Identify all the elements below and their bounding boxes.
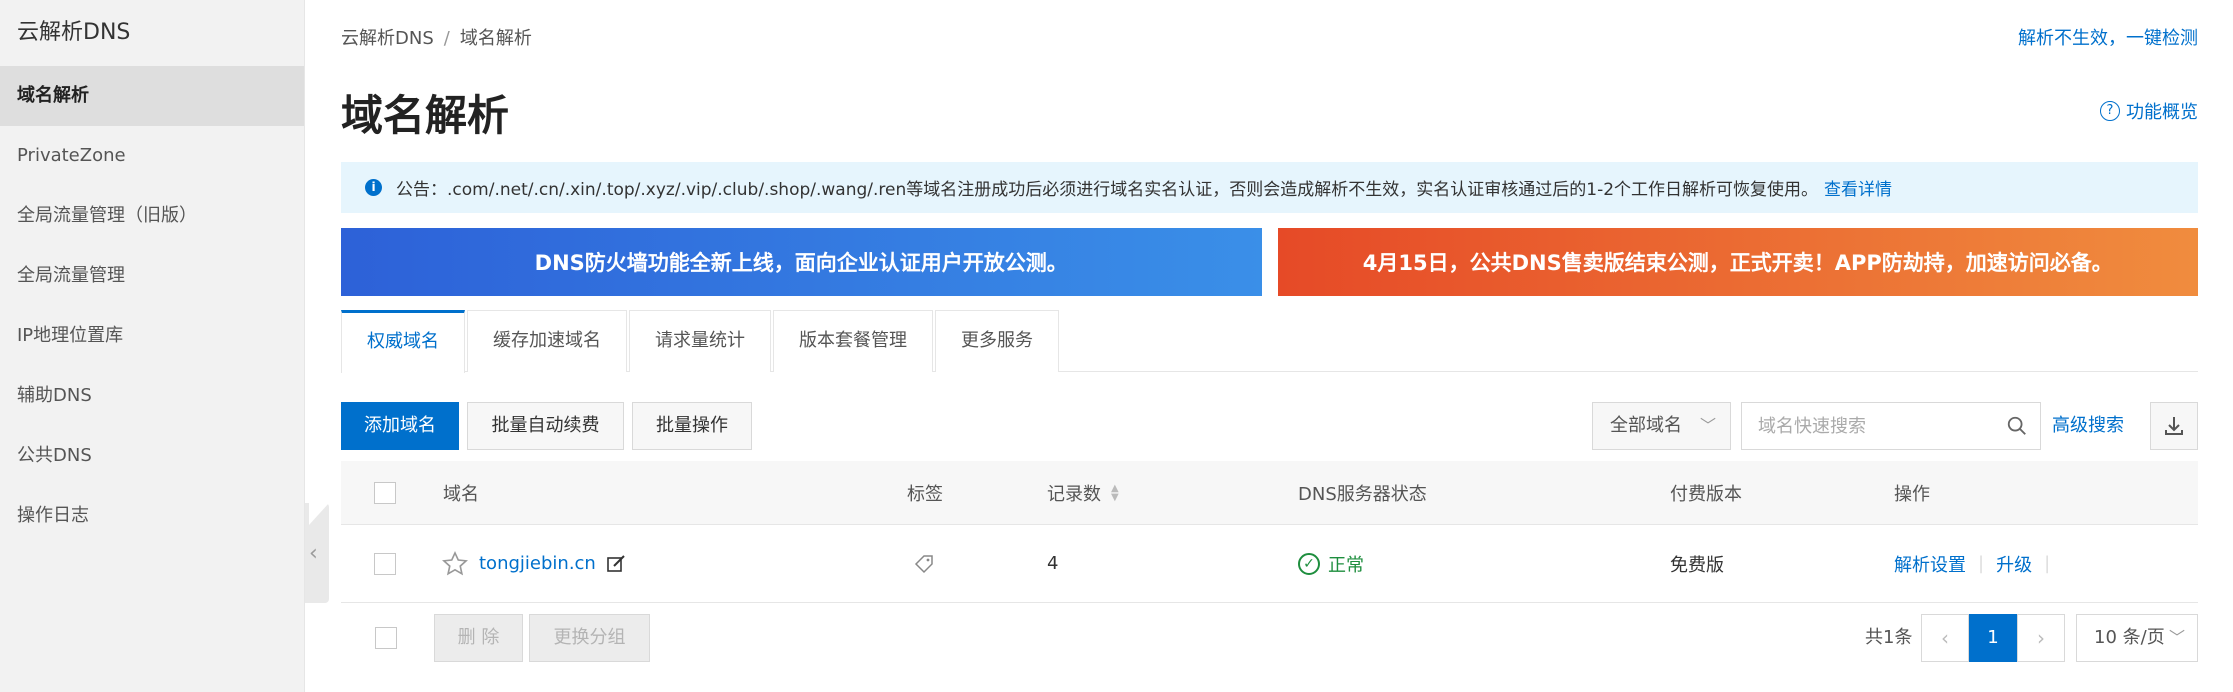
- main-content: 云解析DNS / 域名解析 解析不生效，一键检测 域名解析 ? 功能概览 i 公告：…: [341, 0, 2198, 692]
- page-size-value: 10 条/页: [2094, 627, 2165, 648]
- sidebar: 云解析DNS 域名解析 PrivateZone 全局流量管理（旧版） 全局流量管…: [0, 0, 305, 692]
- page-size-select[interactable]: 10 条/页 ﹀: [2076, 614, 2198, 662]
- tag-icon[interactable]: [913, 553, 935, 575]
- row-checkbox[interactable]: [374, 552, 396, 575]
- batch-renew-button[interactable]: 批量自动续费: [467, 402, 624, 450]
- sidebar-item-gtm[interactable]: 全局流量管理: [0, 246, 304, 306]
- sidebar-item-gtm-legacy[interactable]: 全局流量管理（旧版）: [0, 186, 304, 246]
- change-group-button[interactable]: 更换分组: [529, 614, 650, 662]
- notice-details-link[interactable]: 查看详情: [1824, 175, 1892, 200]
- download-icon: [2165, 417, 2183, 435]
- records-cell: 4: [1047, 553, 1059, 574]
- header-records-label: 记录数: [1047, 483, 1101, 505]
- breadcrumb-root[interactable]: 云解析DNS: [341, 28, 434, 49]
- info-icon: i: [365, 179, 382, 196]
- tab-more-services[interactable]: 更多服务: [935, 310, 1059, 372]
- domain-search-input[interactable]: [1742, 403, 1992, 449]
- domain-filter-value: 全部域名: [1610, 415, 1682, 436]
- chevron-down-icon: ﹀: [2168, 628, 2185, 647]
- sidebar-item-operation-log[interactable]: 操作日志: [0, 486, 304, 546]
- sidebar-item-domain-resolution[interactable]: 域名解析: [0, 66, 304, 126]
- delete-button[interactable]: 删 除: [434, 614, 523, 662]
- header-plan: 付费版本: [1670, 483, 1742, 505]
- notice-text: 公告：.com/.net/.cn/.xin/.top/.xyz/.vip/.cl…: [396, 180, 1819, 200]
- overview-link[interactable]: ? 功能概览: [2100, 98, 2198, 124]
- header-dns-status: DNS服务器状态: [1298, 483, 1427, 505]
- domain-table: 域名 标签 记录数 ▲ ▼ DNS服务器状态 付费版本 操作 tongjiebin…: [341, 461, 2198, 603]
- footer-select-cell: [375, 627, 397, 649]
- toolbar: 添加域名 批量自动续费 批量操作 全部域名 ﹀ 高级搜索: [341, 402, 2198, 450]
- table-header: 域名 标签 记录数 ▲ ▼ DNS服务器状态 付费版本 操作: [341, 461, 2198, 525]
- tab-cache-acceleration[interactable]: 缓存加速域名: [467, 310, 627, 372]
- next-page-button[interactable]: ›: [2017, 614, 2065, 662]
- search-box: [1741, 402, 2041, 450]
- notice-bar: i 公告：.com/.net/.cn/.xin/.top/.xyz/.vip/.…: [341, 162, 2198, 213]
- sidebar-collapse-toggle[interactable]: ‹: [305, 503, 329, 603]
- chevron-left-icon: ‹: [1941, 626, 1949, 650]
- sidebar-item-secondary-dns[interactable]: 辅助DNS: [0, 366, 304, 426]
- header-tag: 标签: [907, 483, 943, 505]
- domain-link[interactable]: tongjiebin.cn: [479, 553, 596, 574]
- footer-select-all-checkbox[interactable]: [375, 627, 397, 649]
- overview-label: 功能概览: [2126, 102, 2198, 123]
- tab-authoritative-domains[interactable]: 权威域名: [341, 310, 465, 373]
- banner-dns-firewall[interactable]: DNS防火墙功能全新上线，面向企业认证用户开放公测。: [341, 228, 1262, 296]
- breadcrumb: 云解析DNS / 域名解析: [341, 24, 532, 50]
- table-row: tongjiebin.cn 4 ✓ 正常 免费版 解析设置 | 升级 |: [341, 525, 2198, 603]
- chevron-right-icon: ›: [2037, 626, 2045, 650]
- domain-cell: tongjiebin.cn: [441, 525, 626, 602]
- promo-banners: DNS防火墙功能全新上线，面向企业认证用户开放公测。 4月15日，公共DNS售卖…: [341, 228, 2198, 296]
- action-divider: |: [2044, 553, 2051, 574]
- page-title: 域名解析: [341, 91, 510, 140]
- select-all-cell: [374, 461, 396, 524]
- pagination-total: 共1条: [1865, 627, 1913, 648]
- batch-operations-button[interactable]: 批量操作: [632, 402, 752, 450]
- one-click-check-link[interactable]: 解析不生效，一键检测: [2018, 24, 2198, 50]
- star-icon[interactable]: [441, 550, 469, 578]
- search-icon[interactable]: [2006, 415, 2028, 437]
- question-icon: ?: [2100, 101, 2120, 121]
- domain-filter-select[interactable]: 全部域名 ﹀: [1592, 402, 1731, 450]
- actions-cell: 解析设置 | 升级 |: [1894, 525, 2050, 602]
- breadcrumb-separator: /: [443, 28, 450, 49]
- header-records[interactable]: 记录数 ▲ ▼: [1047, 461, 1119, 524]
- upgrade-link[interactable]: 升级: [1996, 551, 2032, 577]
- tag-cell: [913, 525, 935, 602]
- prev-page-button[interactable]: ‹: [1921, 614, 1969, 662]
- sort-icon: ▲ ▼: [1111, 482, 1119, 503]
- plan-cell: 免费版: [1670, 554, 1724, 576]
- download-button[interactable]: [2150, 402, 2198, 450]
- action-divider: |: [1978, 553, 1985, 574]
- row-select-cell: [374, 525, 396, 602]
- sidebar-item-ip-geo[interactable]: IP地理位置库: [0, 306, 304, 366]
- dns-status-text: 正常: [1328, 554, 1364, 576]
- tab-plan-management[interactable]: 版本套餐管理: [773, 310, 933, 372]
- header-domain: 域名: [443, 483, 479, 505]
- advanced-search-link[interactable]: 高级搜索: [2052, 402, 2124, 450]
- add-domain-button[interactable]: 添加域名: [341, 402, 459, 450]
- dns-status-cell: ✓ 正常: [1298, 525, 1364, 602]
- table-footer: 删 除 更换分组 共1条 ‹ 1 › 10 条/页 ﹀: [341, 614, 2198, 662]
- chevron-down-icon: ﹀: [1699, 416, 1716, 435]
- resolution-settings-link[interactable]: 解析设置: [1894, 551, 1966, 577]
- sidebar-title: 云解析DNS: [17, 20, 131, 45]
- tab-request-stats[interactable]: 请求量统计: [629, 310, 771, 372]
- page-1-button[interactable]: 1: [1969, 614, 2017, 662]
- edit-icon[interactable]: [606, 554, 626, 574]
- select-all-checkbox[interactable]: [374, 481, 396, 504]
- breadcrumb-current: 域名解析: [459, 28, 532, 49]
- sidebar-item-public-dns[interactable]: 公共DNS: [0, 426, 304, 486]
- chevron-left-icon: ‹: [309, 541, 318, 566]
- sidebar-item-privatezone[interactable]: PrivateZone: [0, 126, 304, 186]
- tab-bar: 权威域名 缓存加速域名 请求量统计 版本套餐管理 更多服务: [341, 310, 2198, 373]
- header-actions: 操作: [1894, 483, 1930, 505]
- banner-public-dns[interactable]: 4月15日，公共DNS售卖版结束公测，正式开卖！APP防劫持，加速访问必备。: [1277, 228, 2198, 296]
- check-circle-icon: ✓: [1298, 552, 1320, 575]
